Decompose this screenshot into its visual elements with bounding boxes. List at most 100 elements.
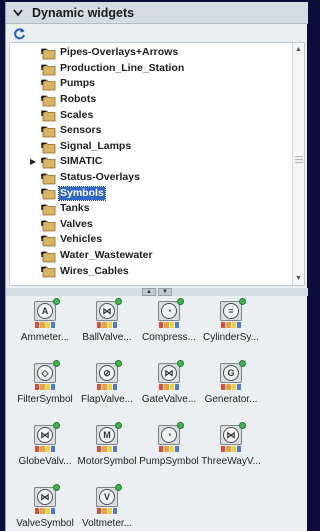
tree-item[interactable]: Sensors bbox=[10, 123, 293, 139]
gate-valve-icon: ⋈ bbox=[157, 360, 184, 392]
status-dot-icon bbox=[115, 484, 122, 491]
symbol-glyph: ◔ bbox=[161, 427, 177, 443]
color-strip-icon bbox=[35, 384, 55, 390]
tree-item-label: Wires_Cables bbox=[60, 264, 129, 277]
widget-gallery: A Ammeter... ⋈ BallValve... ◔ Compress... ≡ Cyl… bbox=[6, 296, 308, 531]
symbol-glyph: V bbox=[99, 489, 115, 505]
color-strip-icon bbox=[97, 384, 117, 390]
widget-item[interactable]: ⊘ FlapValve... bbox=[76, 360, 138, 414]
status-dot-icon bbox=[177, 422, 184, 429]
pump-icon: ◔ bbox=[157, 422, 184, 454]
color-strip-icon bbox=[221, 322, 241, 328]
widget-item[interactable]: G Generator... bbox=[200, 360, 262, 414]
tree-item-label: Status-Overlays bbox=[60, 171, 140, 184]
ball-valve-icon: ⋈ bbox=[95, 298, 122, 330]
widget-item[interactable]: ⋈ GateValve... bbox=[138, 360, 200, 414]
widget-label: GlobeValv... bbox=[18, 456, 72, 467]
tree-item[interactable]: Robots bbox=[10, 92, 293, 108]
tree-item-label: Robots bbox=[60, 93, 97, 106]
folder-link-icon bbox=[40, 155, 56, 169]
motor-icon: M bbox=[95, 422, 122, 454]
symbol-glyph: ⋈ bbox=[223, 427, 239, 443]
tree-item[interactable]: Scales bbox=[10, 107, 293, 123]
toolbar bbox=[6, 24, 308, 42]
widget-item[interactable]: M MotorSymbol bbox=[76, 422, 138, 476]
scroll-up-icon[interactable]: ▲ bbox=[293, 44, 304, 55]
color-strip-icon bbox=[159, 446, 179, 452]
widget-label: MotorSymbol bbox=[77, 456, 137, 467]
widget-label: Generator... bbox=[204, 394, 258, 405]
folder-link-icon bbox=[40, 77, 56, 91]
widget-item[interactable]: ≡ CylinderSy... bbox=[200, 298, 262, 352]
folder-link-icon bbox=[40, 124, 56, 138]
valve-icon: ⋈ bbox=[33, 484, 60, 516]
status-dot-icon bbox=[177, 360, 184, 367]
folder-link-icon bbox=[40, 202, 56, 216]
dynamic-widgets-panel: Dynamic widgets Pipes-Overlays+Arrows Pro… bbox=[5, 2, 308, 531]
collapse-up-icon[interactable]: ▲ bbox=[142, 288, 156, 296]
widget-item[interactable]: ⋈ GlobeValv... bbox=[14, 422, 76, 476]
widget-item[interactable]: ◔ Compress... bbox=[138, 298, 200, 352]
tree-item-label: Scales bbox=[60, 108, 94, 121]
widget-label: GateValve... bbox=[141, 394, 197, 405]
folder-link-icon bbox=[40, 108, 56, 122]
color-strip-icon bbox=[35, 322, 55, 328]
folder-link-icon bbox=[40, 140, 56, 154]
color-strip-icon bbox=[97, 508, 117, 514]
widget-label: Ammeter... bbox=[20, 332, 70, 343]
symbol-glyph: ⋈ bbox=[99, 303, 115, 319]
flap-valve-icon: ⊘ bbox=[95, 360, 122, 392]
widget-label: Voltmeter... bbox=[81, 518, 133, 529]
chevron-down-icon[interactable] bbox=[10, 5, 26, 21]
color-strip-icon bbox=[35, 446, 55, 452]
status-dot-icon bbox=[53, 484, 60, 491]
panel-header[interactable]: Dynamic widgets bbox=[6, 2, 308, 24]
widget-item[interactable]: ◇ FilterSymbol bbox=[14, 360, 76, 414]
color-strip-icon bbox=[97, 446, 117, 452]
status-dot-icon bbox=[115, 422, 122, 429]
panel-title: Dynamic widgets bbox=[32, 5, 135, 20]
folder-link-icon bbox=[40, 233, 56, 247]
widget-label: BallValve... bbox=[82, 332, 132, 343]
tree-item[interactable]: Water_Wastewater bbox=[10, 248, 293, 264]
tree-item[interactable]: Production_Line_Station bbox=[10, 61, 293, 77]
tree-item[interactable]: Signal_Lamps bbox=[10, 139, 293, 155]
widget-item[interactable]: ⋈ ValveSymbol bbox=[14, 484, 76, 531]
tree-item[interactable]: ▶ SIMATIC bbox=[10, 154, 293, 170]
tree-item-label: Tanks bbox=[60, 202, 90, 215]
splitter[interactable]: ▲ ▼ bbox=[6, 288, 308, 296]
color-strip-icon bbox=[35, 508, 55, 514]
widget-item[interactable]: A Ammeter... bbox=[14, 298, 76, 352]
scroll-grip-icon[interactable]: — — — bbox=[295, 153, 303, 167]
ammeter-icon: A bbox=[33, 298, 60, 330]
tree-item[interactable]: Valves bbox=[10, 217, 293, 233]
widget-item[interactable]: ⋈ BallValve... bbox=[76, 298, 138, 352]
folder-link-icon bbox=[40, 218, 56, 232]
tree-item[interactable]: Pipes-Overlays+Arrows bbox=[10, 45, 293, 61]
color-strip-icon bbox=[159, 384, 179, 390]
tree-item[interactable]: Tanks bbox=[10, 201, 293, 217]
collapse-down-icon[interactable]: ▼ bbox=[158, 288, 172, 296]
widget-item[interactable]: V Voltmeter... bbox=[76, 484, 138, 531]
folder-tree: Pipes-Overlays+Arrows Production_Line_Sta… bbox=[9, 42, 305, 286]
scroll-down-icon[interactable]: ▼ bbox=[293, 273, 304, 284]
tree-item-label: Sensors bbox=[60, 124, 102, 137]
tree-item[interactable]: Symbols bbox=[10, 185, 293, 201]
tree-item[interactable]: Pumps bbox=[10, 76, 293, 92]
tree-vertical-scrollbar[interactable]: ▲ — — — ▼ bbox=[292, 43, 304, 285]
status-dot-icon bbox=[53, 298, 60, 305]
filter-icon: ◇ bbox=[33, 360, 60, 392]
tree-item[interactable]: Vehicles bbox=[10, 232, 293, 248]
widget-item[interactable]: ◔ PumpSymbol bbox=[138, 422, 200, 476]
tree-item[interactable]: Status-Overlays bbox=[10, 170, 293, 186]
status-dot-icon bbox=[53, 360, 60, 367]
tree-item[interactable]: Wires_Cables bbox=[10, 263, 293, 279]
symbol-glyph: G bbox=[223, 365, 239, 381]
refresh-icon[interactable] bbox=[12, 26, 26, 40]
tree-item-label: SIMATIC bbox=[60, 155, 103, 168]
widget-label: ValveSymbol bbox=[16, 518, 74, 529]
widget-item[interactable]: ⋈ ThreeWayV... bbox=[200, 422, 262, 476]
expand-arrow-icon[interactable]: ▶ bbox=[30, 157, 38, 167]
folder-link-icon bbox=[40, 171, 56, 185]
status-dot-icon bbox=[177, 298, 184, 305]
